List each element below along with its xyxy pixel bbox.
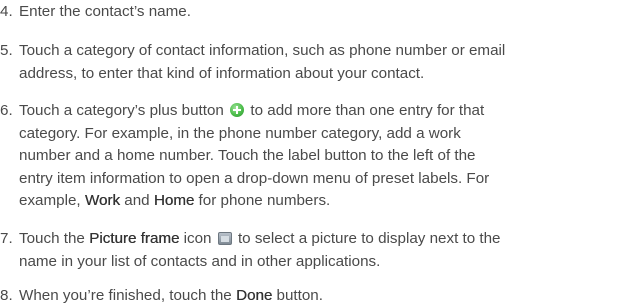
- step-text-fragment: to add more than one entry for that: [250, 102, 485, 119]
- step-number: 5.: [0, 42, 13, 59]
- step-text-fragment: for phone numbers.: [194, 192, 331, 209]
- step-text-line: Touch the Picture frame icon to select a…: [14, 228, 630, 251]
- step-text-fragment: When you’re finished, touch the: [19, 287, 236, 304]
- picture-frame-label: Picture frame: [89, 230, 180, 247]
- done-label: Done: [235, 287, 273, 304]
- manual-page: 4. Enter the contact’s name. 5. Touch a …: [0, 0, 634, 307]
- step-number: 7.: [0, 230, 13, 247]
- step-text: Enter the contact’s name.: [19, 3, 191, 20]
- step-text-fragment: example,: [19, 192, 85, 209]
- step-6: 6. Touch a category’s plus button to add…: [0, 100, 630, 213]
- step-number: 8.: [0, 287, 13, 304]
- step-text-fragment: button.: [272, 287, 323, 304]
- step-text-fragment: Touch the: [19, 230, 90, 247]
- step-text-line: Touch a category’s plus button to add mo…: [14, 100, 630, 123]
- step-text-line: example, Work and Home for phone numbers…: [14, 190, 630, 213]
- step-text-line: When you’re finished, touch the Done but…: [14, 285, 630, 308]
- step-text-line: number and a home number. Touch the labe…: [19, 147, 476, 164]
- step-text-fragment: to select a picture to display next to t…: [237, 230, 501, 247]
- step-text-fragment: icon: [179, 230, 212, 247]
- step-number: 6.: [0, 102, 13, 119]
- plus-icon: [230, 103, 245, 117]
- step-8: 8. When you’re finished, touch the Done …: [0, 285, 630, 308]
- step-text-line: entry item information to open a drop-do…: [19, 169, 490, 187]
- step-number: 4.: [0, 3, 13, 20]
- step-text-line: Touch a category of contact information,…: [19, 42, 506, 59]
- label-work: Work: [84, 192, 121, 209]
- picture-frame-icon: [217, 232, 232, 245]
- step-text-fragment: Touch a category’s plus button: [19, 102, 224, 119]
- step-7: 7. Touch the Picture frame icon to selec…: [0, 228, 630, 273]
- step-text-fragment: and: [120, 192, 154, 209]
- step-text-line: name in your list of contacts and in oth…: [19, 252, 381, 270]
- step-text-line: address, to enter that kind of informati…: [19, 64, 425, 82]
- step-5: 5. Touch a category of contact informati…: [0, 40, 630, 85]
- step-4: 4. Enter the contact’s name.: [0, 1, 630, 24]
- step-text-line: category. For example, in the phone numb…: [19, 124, 461, 142]
- label-home: Home: [153, 192, 195, 209]
